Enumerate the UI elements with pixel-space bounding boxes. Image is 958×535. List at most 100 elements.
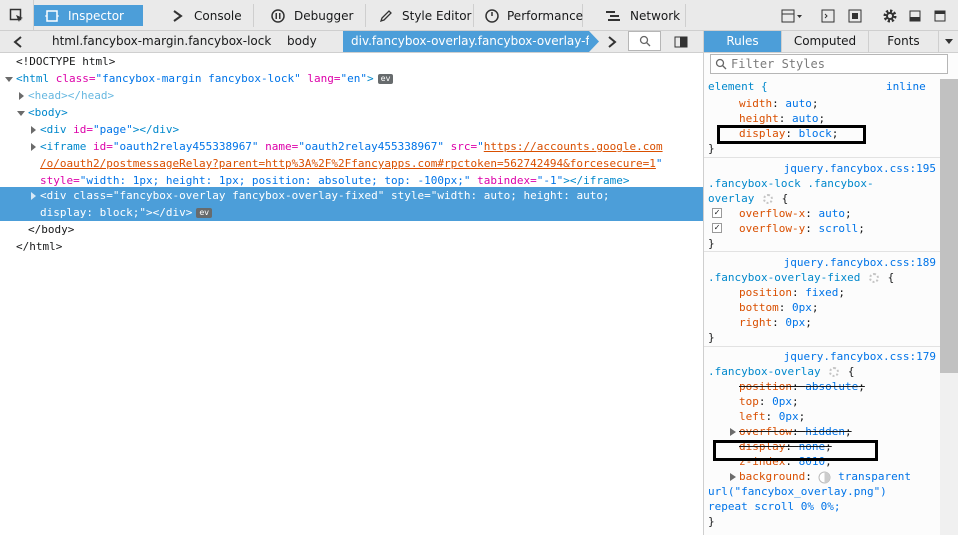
toggle-sidebar-button[interactable] xyxy=(672,34,690,50)
screenshot-button[interactable] xyxy=(843,5,867,26)
collapsed-twisty-icon[interactable] xyxy=(16,91,26,101)
doctype-node[interactable]: <!DOCTYPE html> xyxy=(16,53,703,70)
attr-value: "oauth2relay455338967" xyxy=(112,140,259,153)
dock-bottom-button[interactable] xyxy=(903,5,927,26)
breadcrumb-item-html[interactable]: html.fancybox-margin.fancybox-lock xyxy=(52,31,278,52)
breadcrumb-back-button[interactable] xyxy=(10,33,26,51)
declaration[interactable]: width: auto; xyxy=(739,96,940,111)
declaration[interactable]: right: 0px; xyxy=(739,315,940,330)
element-picker-button[interactable] xyxy=(0,0,34,31)
property-value: 0px xyxy=(792,301,812,314)
tab-fonts[interactable]: Fonts xyxy=(869,31,939,52)
declaration-overridden[interactable]: position: absolute; xyxy=(739,379,940,394)
network-icon xyxy=(606,8,622,24)
scratchpad-button[interactable] xyxy=(816,5,840,26)
split-console-button[interactable] xyxy=(779,5,805,26)
console-icon xyxy=(170,8,186,24)
markup-search-button[interactable] xyxy=(628,31,661,51)
attr-value: "fancybox-margin fancybox-lock" xyxy=(95,72,301,85)
div-page-node[interactable]: <div id="page"></div> xyxy=(28,121,703,138)
declaration[interactable]: overflow-x: auto; xyxy=(739,206,940,221)
iframe-node-cont: /o/oauth2/postmessageRelay?parent=http%3… xyxy=(40,155,703,172)
attr-name: tabindex= xyxy=(470,174,537,187)
rule-source[interactable]: inline xyxy=(886,79,936,94)
performance-icon xyxy=(485,8,499,24)
tab-console[interactable]: Console xyxy=(160,4,254,27)
selected-div-line1: <div class="fancybox-overlay fancybox-ov… xyxy=(28,187,703,204)
iframe-node[interactable]: <iframe id="oauth2relay455338967" name="… xyxy=(28,138,703,155)
property-name: overflow-x xyxy=(739,207,806,220)
gear-icon[interactable] xyxy=(868,273,879,283)
dock-side-icon xyxy=(934,10,946,21)
tab-performance[interactable]: Performance xyxy=(475,4,583,27)
selected-node[interactable]: <div class="fancybox-overlay fancybox-ov… xyxy=(0,187,703,221)
tab-computed[interactable]: Computed xyxy=(782,31,869,52)
dock-side-button[interactable] xyxy=(928,5,952,26)
src-link[interactable]: https://accounts.google.com xyxy=(484,140,663,153)
collapsed-twisty-icon[interactable] xyxy=(28,142,38,152)
filter-styles-input[interactable]: Filter Styles xyxy=(710,54,948,74)
color-swatch-icon[interactable] xyxy=(818,471,831,484)
sidebar-tabs-menu-button[interactable] xyxy=(939,31,958,52)
attr-value: "oauth2relay455338967" xyxy=(298,140,445,153)
collapsed-twisty-icon[interactable] xyxy=(28,125,38,135)
declaration-overridden[interactable]: overflow: hidden; xyxy=(739,424,940,439)
declaration-checkbox[interactable]: ✓ xyxy=(712,223,722,233)
rule-selector[interactable]: .fancybox-lock .fancybox- xyxy=(708,176,940,191)
property-name: position xyxy=(739,286,792,299)
declaration[interactable]: height: auto; xyxy=(739,111,940,126)
collapsed-twisty-icon[interactable] xyxy=(729,428,737,436)
rule-close-brace: } xyxy=(708,237,715,250)
declaration[interactable]: overflow-y: scroll; xyxy=(739,221,940,236)
rule-selector[interactable]: .fancybox-overlay-fixed { xyxy=(708,270,940,285)
attr-name: class= xyxy=(66,189,113,202)
rule-source[interactable]: jquery.fancybox.css:179 xyxy=(768,349,936,364)
breadcrumb-item-selected[interactable]: div.fancybox-overlay.fancybox-overlay-fi… xyxy=(343,31,589,52)
event-badge[interactable]: ev xyxy=(196,208,212,218)
body-node[interactable]: <body> xyxy=(16,104,703,121)
tab-style-editor[interactable]: Style Editor xyxy=(368,4,474,27)
declaration[interactable]: top: 0px; xyxy=(739,394,940,409)
declaration[interactable]: left: 0px; xyxy=(739,409,940,424)
rule-selector[interactable]: .fancybox-overlay { xyxy=(708,364,940,379)
collapsed-twisty-icon[interactable] xyxy=(28,191,38,201)
rule-selector[interactable]: element { xyxy=(708,80,768,93)
sidebar-tabs: Rules Computed Fonts xyxy=(704,31,958,53)
breadcrumb-item-body[interactable]: body xyxy=(287,31,327,52)
head-node[interactable]: <head></head> xyxy=(16,87,703,104)
declaration[interactable]: bottom: 0px; xyxy=(739,300,940,315)
declaration[interactable]: background: transparent xyxy=(739,469,940,484)
expanded-twisty-icon[interactable] xyxy=(16,108,26,118)
property-value: auto xyxy=(785,97,812,110)
inspector-icon xyxy=(44,8,60,24)
expanded-twisty-icon[interactable] xyxy=(4,74,14,84)
settings-button[interactable] xyxy=(878,5,902,26)
tab-network[interactable]: Network xyxy=(596,4,686,27)
rule-separator xyxy=(704,251,940,252)
rule-source[interactable]: jquery.fancybox.css:189 xyxy=(768,255,936,270)
collapsed-twisty-icon[interactable] xyxy=(729,473,737,481)
gear-icon[interactable] xyxy=(829,367,840,377)
breadcrumb-forward-button[interactable] xyxy=(604,33,620,51)
rule-selector-cont[interactable]: overlay { xyxy=(708,191,940,206)
declaration-cont: url("fancybox_overlay.png") xyxy=(708,484,940,499)
filter-placeholder: Filter Styles xyxy=(731,57,825,71)
html-close-node[interactable]: </html> xyxy=(16,238,703,255)
tab-inspector[interactable]: Inspector xyxy=(34,5,143,26)
rule-source[interactable]: jquery.fancybox.css:195 xyxy=(768,161,936,176)
declaration-checkbox[interactable]: ✓ xyxy=(712,208,722,218)
tab-debugger[interactable]: Debugger xyxy=(260,4,366,27)
declaration[interactable]: position: fixed; xyxy=(739,285,940,300)
gear-icon[interactable] xyxy=(762,194,773,204)
sidebar-toggle-icon xyxy=(674,36,688,48)
rules-list: element { inline width: auto; height: au… xyxy=(704,79,940,535)
body-close-node[interactable]: </body> xyxy=(28,221,703,238)
div-tag: <div xyxy=(40,189,67,202)
event-badge[interactable]: ev xyxy=(377,74,394,84)
html-node[interactable]: <html class="fancybox-margin fancybox-lo… xyxy=(4,70,703,87)
rules-scrollbar-thumb[interactable] xyxy=(940,79,958,373)
attr-quote: " xyxy=(655,157,663,170)
tab-rules[interactable]: Rules xyxy=(704,31,782,52)
head-tag: <head></head> xyxy=(28,89,115,102)
src-link-cont[interactable]: /o/oauth2/postmessageRelay?parent=http%3… xyxy=(40,157,656,170)
